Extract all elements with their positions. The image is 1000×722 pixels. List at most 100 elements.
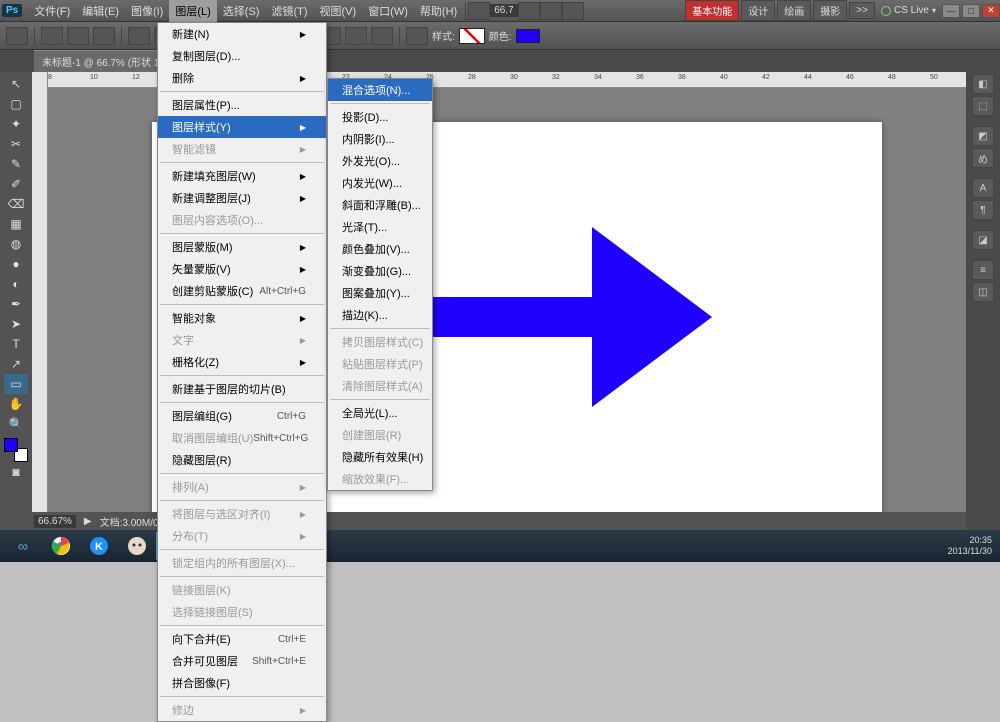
color-picker[interactable] <box>4 438 28 462</box>
close-button[interactable]: ✕ <box>982 4 1000 18</box>
menu-select[interactable]: 选择(S) <box>217 0 266 22</box>
menu-item[interactable]: 颜色叠加(V)... <box>328 238 432 260</box>
tool-0[interactable]: ↖ <box>4 74 28 94</box>
paths-icon[interactable] <box>67 27 89 45</box>
menu-item[interactable]: 删除▶ <box>158 67 326 89</box>
tool-3[interactable]: ✂ <box>4 134 28 154</box>
menu-item[interactable]: 渐变叠加(G)... <box>328 260 432 282</box>
workspace-photography[interactable]: 摄影 <box>813 0 847 21</box>
tool-4[interactable]: ✎ <box>4 154 28 174</box>
minimize-button[interactable]: — <box>942 4 960 18</box>
menu-item[interactable]: 新建(N)▶ <box>158 23 326 45</box>
menu-item[interactable]: 光泽(T)... <box>328 216 432 238</box>
workspace-design[interactable]: 设计 <box>741 0 775 21</box>
shape-layers-icon[interactable] <box>41 27 63 45</box>
taskbar-kugou-icon[interactable]: K <box>80 532 118 560</box>
shape-tool-preset-icon[interactable] <box>6 27 28 45</box>
menu-item[interactable]: 隐藏图层(R) <box>158 449 326 471</box>
screen-mode-icon[interactable] <box>468 2 490 20</box>
menu-item[interactable]: 拼合图像(F) <box>158 672 326 694</box>
panel-icon-5[interactable]: ¶ <box>972 200 994 220</box>
tool-5[interactable]: ✐ <box>4 174 28 194</box>
tool-14[interactable]: ↗ <box>4 354 28 374</box>
zoom-field[interactable]: 66.7 <box>490 4 517 17</box>
menu-item[interactable]: 智能对象▶ <box>158 307 326 329</box>
menu-item[interactable]: 混合选项(N)... <box>328 79 432 101</box>
menu-filter[interactable]: 滤镜(T) <box>265 0 313 22</box>
tool-2[interactable]: ✦ <box>4 114 28 134</box>
menu-item[interactable]: 栅格化(Z)▶ <box>158 351 326 373</box>
zoom-icon[interactable] <box>540 2 562 20</box>
menu-item[interactable]: 图层样式(Y)▶ <box>158 116 326 138</box>
ruler-tick: 12 <box>132 74 140 81</box>
panel-icon-2[interactable]: ◩ <box>972 126 994 146</box>
menu-item[interactable]: 新建填充图层(W)▶ <box>158 165 326 187</box>
panel-icon-1[interactable]: ⬚ <box>972 96 994 116</box>
menu-view[interactable]: 视图(V) <box>314 0 363 22</box>
menu-item[interactable]: 斜面和浮雕(B)... <box>328 194 432 216</box>
menu-item[interactable]: 全局光(L)... <box>328 402 432 424</box>
style-swatch[interactable] <box>459 28 485 44</box>
style-icon[interactable] <box>406 27 428 45</box>
tool-8[interactable]: ◍ <box>4 234 28 254</box>
menu-item[interactable]: 隐藏所有效果(H) <box>328 446 432 468</box>
tool-6[interactable]: ⌫ <box>4 194 28 214</box>
menu-item[interactable]: 新建调整图层(J)▶ <box>158 187 326 209</box>
menu-layer[interactable]: 图层(L) <box>169 0 216 22</box>
menu-item[interactable]: 图层属性(P)... <box>158 94 326 116</box>
tool-16[interactable]: ✋ <box>4 394 28 414</box>
exclude-icon[interactable] <box>371 27 393 45</box>
panel-icon-6[interactable]: ◪ <box>972 230 994 250</box>
rect-icon[interactable] <box>128 27 150 45</box>
menu-item[interactable]: 描边(K)... <box>328 304 432 326</box>
fill-pixels-icon[interactable] <box>93 27 115 45</box>
maximize-button[interactable]: □ <box>962 4 980 18</box>
taskbar-chrome-icon[interactable] <box>42 532 80 560</box>
menu-item[interactable]: 图案叠加(Y)... <box>328 282 432 304</box>
tool-7[interactable]: ▦ <box>4 214 28 234</box>
tool-9[interactable]: ● <box>4 254 28 274</box>
menu-item[interactable]: 复制图层(D)... <box>158 45 326 67</box>
panel-icon-3[interactable]: め <box>972 148 994 168</box>
tool-10[interactable]: ◐ <box>4 274 28 294</box>
menu-item[interactable]: 创建剪贴蒙版(C)Alt+Ctrl+G <box>158 280 326 302</box>
quick-mask-icon[interactable]: ◙ <box>4 462 28 482</box>
menu-item[interactable]: 内发光(W)... <box>328 172 432 194</box>
hand-icon[interactable] <box>518 2 540 20</box>
cs-live[interactable]: CS Live ▾ <box>881 5 936 16</box>
taskbar-app2-icon[interactable] <box>118 532 156 560</box>
menu-help[interactable]: 帮助(H) <box>414 0 463 22</box>
menu-item[interactable]: 外发光(O)... <box>328 150 432 172</box>
tool-13[interactable]: T <box>4 334 28 354</box>
status-zoom[interactable]: 66.67% <box>34 515 76 528</box>
menu-item[interactable]: 内阴影(I)... <box>328 128 432 150</box>
menu-item[interactable]: 图层蒙版(M)▶ <box>158 236 326 258</box>
taskbar-clock[interactable]: 20:35 2013/11/30 <box>948 535 1000 557</box>
panel-icon-8[interactable]: ◫ <box>972 282 994 302</box>
menu-item[interactable]: 合并可见图层Shift+Ctrl+E <box>158 650 326 672</box>
panel-icon-4[interactable]: A <box>972 178 994 198</box>
workspace-essentials[interactable]: 基本功能 <box>685 0 739 21</box>
menu-edit[interactable]: 编辑(E) <box>76 0 125 22</box>
menu-window[interactable]: 窗口(W) <box>362 0 414 22</box>
color-swatch[interactable] <box>516 29 540 43</box>
menu-file[interactable]: 文件(F) <box>28 0 76 22</box>
workspace-painting[interactable]: 绘画 <box>777 0 811 21</box>
panel-icon-0[interactable]: ◧ <box>972 74 994 94</box>
arrange-icon[interactable] <box>562 2 584 20</box>
tool-15[interactable]: ▭ <box>4 374 28 394</box>
panel-icon-7[interactable]: ≡ <box>972 260 994 280</box>
tool-12[interactable]: ➤ <box>4 314 28 334</box>
menu-item[interactable]: 矢量蒙版(V)▶ <box>158 258 326 280</box>
tool-1[interactable]: ▢ <box>4 94 28 114</box>
taskbar-app-icon[interactable]: ∞ <box>4 532 42 560</box>
menu-item[interactable]: 图层编组(G)Ctrl+G <box>158 405 326 427</box>
tool-17[interactable]: 🔍 <box>4 414 28 434</box>
menu-item[interactable]: 向下合并(E)Ctrl+E <box>158 628 326 650</box>
workspace-more[interactable]: >> <box>849 2 875 19</box>
tool-11[interactable]: ✒ <box>4 294 28 314</box>
menu-image[interactable]: 图像(I) <box>125 0 169 22</box>
intersect-icon[interactable] <box>345 27 367 45</box>
menu-item[interactable]: 新建基于图层的切片(B) <box>158 378 326 400</box>
menu-item[interactable]: 投影(D)... <box>328 106 432 128</box>
